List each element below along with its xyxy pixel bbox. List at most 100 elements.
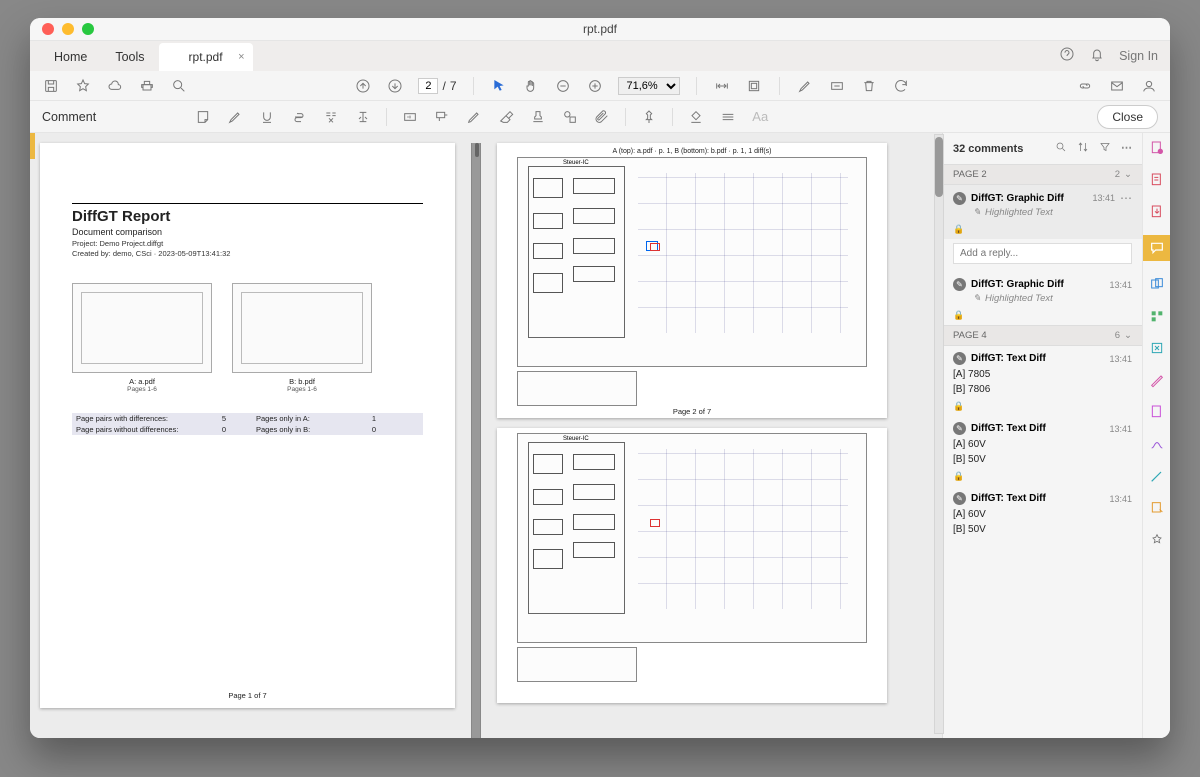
attach-icon[interactable]	[593, 108, 611, 126]
tab-bar: Home Tools rpt.pdf × Sign In	[30, 41, 1170, 71]
redact-tool-icon[interactable]	[1148, 371, 1166, 389]
window-controls	[30, 23, 94, 35]
report-created: Created by: demo, CSci · 2023-05-09T13:4…	[72, 249, 423, 258]
search-icon[interactable]	[170, 77, 188, 95]
comments-filter-icon[interactable]	[1099, 141, 1111, 156]
compress-icon[interactable]	[1148, 339, 1166, 357]
minimize-window-button[interactable]	[62, 23, 74, 35]
organize-icon[interactable]	[1148, 307, 1166, 325]
tab-document[interactable]: rpt.pdf ×	[159, 43, 253, 71]
shapes-icon[interactable]	[561, 108, 579, 126]
highlight-icon[interactable]	[226, 108, 244, 126]
help-icon[interactable]	[1059, 46, 1075, 65]
combine-icon[interactable]	[1148, 275, 1166, 293]
tab-home[interactable]: Home	[40, 43, 101, 71]
mail-icon[interactable]	[1108, 77, 1126, 95]
close-window-button[interactable]	[42, 23, 54, 35]
thumb-a: A: a.pdf Pages 1-6	[72, 283, 212, 393]
rotate-icon[interactable]	[892, 77, 910, 95]
cloud-icon[interactable]	[106, 77, 124, 95]
redact-icon[interactable]	[828, 77, 846, 95]
color-icon[interactable]	[687, 108, 705, 126]
textcallout-icon[interactable]	[433, 108, 451, 126]
titlebar: rpt.pdf	[30, 18, 1170, 41]
comment-item[interactable]: DiffGT: Graphic Diff13:41⋯ ✎Highlighted …	[943, 185, 1142, 239]
pencil-badge-icon	[953, 192, 966, 205]
comments-search-icon[interactable]	[1055, 141, 1067, 156]
edit-pdf-icon[interactable]	[1148, 171, 1166, 189]
pencil-badge-icon	[953, 352, 966, 365]
fill-sign-icon[interactable]	[1148, 435, 1166, 453]
export-pdf-icon[interactable]	[1148, 203, 1166, 221]
comment-more-icon[interactable]: ⋯	[1120, 191, 1132, 205]
maximize-window-button[interactable]	[82, 23, 94, 35]
zoom-in-icon[interactable]	[586, 77, 604, 95]
protect-icon[interactable]	[1148, 403, 1166, 421]
pdf-page-1: DiffGT Report Document comparison Projec…	[40, 143, 455, 708]
star-icon[interactable]	[74, 77, 92, 95]
fit-width-icon[interactable]	[713, 77, 731, 95]
page2-header: A (top): a.pdf · p. 1, B (bottom): b.pdf…	[517, 148, 867, 155]
close-panel-button[interactable]: Close	[1097, 105, 1158, 129]
zoom-out-icon[interactable]	[554, 77, 572, 95]
send-icon[interactable]	[1148, 499, 1166, 517]
pencil-icon[interactable]	[465, 108, 483, 126]
content-area: DiffGT Report Document comparison Projec…	[30, 133, 1170, 738]
create-pdf-icon[interactable]	[1148, 139, 1166, 157]
sign-tool-icon[interactable]	[1148, 467, 1166, 485]
text-format-icon[interactable]: Aa	[751, 108, 769, 126]
link-icon[interactable]	[1076, 77, 1094, 95]
sticky-note-icon[interactable]	[194, 108, 212, 126]
sign-in-button[interactable]: Sign In	[1119, 49, 1158, 63]
eraser-icon[interactable]	[497, 108, 515, 126]
trash-icon[interactable]	[860, 77, 878, 95]
comment-item[interactable]: DiffGT: Graphic Diff13:41 ✎Highlighted T…	[943, 272, 1142, 325]
fit-page-icon[interactable]	[745, 77, 763, 95]
pointer-icon[interactable]	[490, 77, 508, 95]
stamp-icon[interactable]	[529, 108, 547, 126]
page2-footer: Page 2 of 7	[497, 407, 887, 416]
reply-input[interactable]	[953, 243, 1132, 264]
print-icon[interactable]	[138, 77, 156, 95]
comment-item[interactable]: DiffGT: Text Diff13:41 [A] 60V [B] 50V 🔒	[943, 416, 1142, 486]
textbox-icon[interactable]	[401, 108, 419, 126]
user-icon[interactable]	[1140, 77, 1158, 95]
pin-icon[interactable]	[640, 108, 658, 126]
underline-icon[interactable]	[258, 108, 276, 126]
page-down-icon[interactable]	[386, 77, 404, 95]
save-icon[interactable]	[42, 77, 60, 95]
page-total: 7	[450, 79, 457, 93]
insert-text-icon[interactable]	[354, 108, 372, 126]
comments-more-icon[interactable]: ⋯	[1121, 141, 1132, 156]
strikethrough-icon[interactable]	[290, 108, 308, 126]
bell-icon[interactable]	[1089, 46, 1105, 65]
comments-sort-icon[interactable]	[1077, 141, 1089, 156]
right-tool-rail	[1142, 133, 1170, 738]
window-title: rpt.pdf	[30, 22, 1170, 36]
section-page-4[interactable]: PAGE 4 6⌄	[943, 325, 1142, 346]
comment-toolbar: Comment Aa Close	[30, 101, 1170, 133]
line-icon[interactable]	[719, 108, 737, 126]
pencil-badge-icon	[953, 422, 966, 435]
document-viewer[interactable]: DiffGT Report Document comparison Projec…	[30, 133, 942, 738]
section-page-2[interactable]: PAGE 2 2⌄	[943, 164, 1142, 185]
vertical-scrollbar[interactable]	[934, 134, 944, 734]
comment-tool-icon[interactable]	[1143, 235, 1171, 261]
page-number: / 7	[418, 78, 456, 94]
hand-icon[interactable]	[522, 77, 540, 95]
more-tools-icon[interactable]	[1148, 531, 1166, 549]
lock-icon: 🔒	[953, 401, 1132, 412]
comments-panel: 32 comments ⋯ PAGE 2 2⌄ DiffGT: Graphic …	[942, 133, 1142, 738]
page-current-input[interactable]	[418, 78, 438, 94]
schematic-small-bottom	[517, 647, 637, 682]
comment-item[interactable]: DiffGT: Text Diff13:41 [A] 7805 [B] 7806…	[943, 346, 1142, 416]
tab-tools[interactable]: Tools	[101, 43, 158, 71]
replace-text-icon[interactable]	[322, 108, 340, 126]
highlight-tool-icon[interactable]	[796, 77, 814, 95]
split-divider[interactable]	[471, 143, 481, 738]
page-up-icon[interactable]	[354, 77, 372, 95]
tab-close-icon[interactable]: ×	[238, 51, 244, 63]
highlight-mini-icon: ✎	[973, 293, 981, 304]
comment-item[interactable]: DiffGT: Text Diff13:41 [A] 60V [B] 50V	[943, 486, 1142, 539]
zoom-select[interactable]: 71,6%	[618, 77, 680, 95]
